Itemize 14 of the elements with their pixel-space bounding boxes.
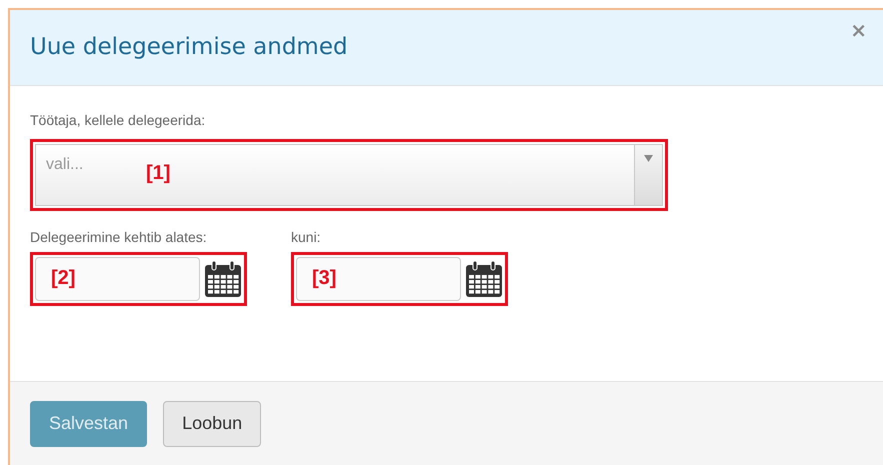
date-input[interactable] [296, 257, 461, 301]
date-input[interactable] [35, 257, 200, 301]
cancel-button[interactable]: Loobun [163, 400, 262, 446]
callout-label: [3] [312, 266, 336, 291]
dropdown-arrow-icon [644, 155, 653, 162]
calendar-icon[interactable] [204, 260, 242, 298]
callout-label: [1] [146, 161, 170, 186]
dialog-title: Uue delegeerimise andmed [30, 34, 348, 62]
calendar-icon[interactable] [465, 260, 503, 298]
field-label: kuni: [291, 228, 322, 247]
close-button[interactable]: × [846, 20, 871, 40]
field-label: Delegeerimine kehtib alates: [30, 228, 208, 247]
callout-label: [2] [51, 266, 76, 291]
field-label: Töötaja, kellele delegeerida: [30, 111, 206, 130]
